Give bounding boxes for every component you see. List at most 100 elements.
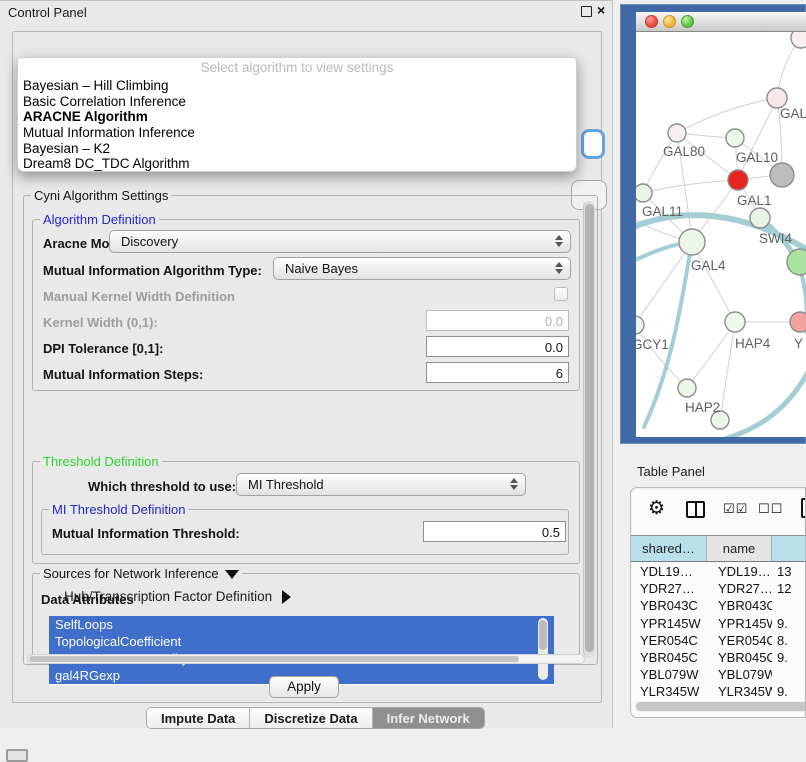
column-header-name[interactable]: name bbox=[707, 536, 772, 561]
settings-vertical-scrollbar[interactable] bbox=[583, 201, 595, 658]
data-attributes-list[interactable]: SelfLoops TopologicalCoefficient Between… bbox=[49, 616, 554, 685]
node-label-hap4: HAP4 bbox=[735, 336, 770, 351]
aracne-mode-value: Discovery bbox=[121, 234, 178, 249]
control-panel-titlebar: Control Panel × bbox=[0, 1, 612, 25]
close-icon[interactable]: × bbox=[597, 2, 605, 18]
select-all-icon[interactable]: ☑☑ bbox=[723, 501, 748, 517]
algorithm-definition-title: Algorithm Definition bbox=[40, 212, 159, 227]
application-root: Control Panel × Network Style Select bbox=[0, 0, 806, 762]
dpi-tolerance-label: DPI Tolerance [0,1]: bbox=[43, 341, 163, 356]
table-row[interactable]: YDL19… YDL19… 13 bbox=[631, 563, 806, 580]
node-gal-pink[interactable] bbox=[767, 88, 787, 108]
table-body: YDL19… YDL19… 13 YDR27… YDR27… 12 YBR043… bbox=[631, 563, 806, 704]
dpi-tolerance-field[interactable] bbox=[426, 336, 569, 357]
manual-kernel-width-label: Manual Kernel Width Definition bbox=[43, 289, 235, 304]
dropdown-item-bayesian-hill-climbing[interactable]: Bayesian – Hill Climbing bbox=[18, 78, 576, 94]
node-label-gal4: GAL4 bbox=[691, 258, 726, 273]
node-hap4[interactable] bbox=[725, 312, 745, 332]
scrollbar-thumb[interactable] bbox=[636, 702, 806, 711]
dropdown-item-basic-correlation[interactable]: Basic Correlation Inference bbox=[18, 94, 576, 110]
scrollbar-thumb[interactable] bbox=[539, 620, 547, 650]
table-row[interactable]: YER054C YER054C 8. bbox=[631, 632, 806, 649]
algorithm-definition-group: Algorithm Definition Aracne Mode: Discov… bbox=[32, 219, 580, 391]
node-gal11[interactable] bbox=[636, 184, 652, 202]
bottom-tab-bar: Impute Data Discretize Data Infer Networ… bbox=[146, 707, 485, 729]
node-gcy1[interactable] bbox=[636, 316, 644, 334]
manual-kernel-width-checkbox[interactable] bbox=[554, 287, 568, 301]
data-attributes-label: Data Attributes bbox=[41, 592, 134, 607]
gear-icon[interactable]: ⚙ bbox=[648, 497, 665, 520]
which-threshold-label: Which threshold to use: bbox=[88, 479, 236, 494]
node-gal1-red[interactable] bbox=[728, 170, 748, 190]
deselect-all-icon[interactable]: ☐☐ bbox=[758, 501, 783, 517]
table-row[interactable]: YBR045C YBR045C 9. bbox=[631, 649, 806, 666]
node-gray[interactable] bbox=[770, 163, 794, 187]
table-row[interactable]: YDR27… YDR27… 12 bbox=[631, 580, 806, 597]
table-header-row: shared… name bbox=[631, 535, 806, 562]
which-threshold-combobox[interactable]: MI Threshold bbox=[236, 473, 526, 496]
node-green-right[interactable] bbox=[787, 249, 806, 275]
node-swi4[interactable] bbox=[750, 208, 770, 228]
split-pane-icon[interactable] bbox=[686, 501, 705, 518]
node-gal4[interactable] bbox=[679, 229, 705, 255]
column-header-partial[interactable] bbox=[772, 536, 806, 561]
mi-steps-field[interactable] bbox=[426, 362, 569, 383]
mi-threshold-group: MI Threshold Definition Mutual Informati… bbox=[41, 509, 569, 555]
tab-discretize-data[interactable]: Discretize Data bbox=[250, 708, 372, 728]
list-item-selected[interactable]: SelfLoops bbox=[49, 616, 554, 633]
close-window-button[interactable] bbox=[645, 15, 658, 28]
dropdown-item-bayesian-k2[interactable]: Bayesian – K2 bbox=[18, 141, 576, 157]
page-icon[interactable] bbox=[801, 498, 806, 518]
mi-steps-label: Mutual Information Steps: bbox=[43, 367, 203, 382]
scrollbar-thumb[interactable] bbox=[585, 204, 594, 652]
minimized-panel-icon[interactable] bbox=[6, 749, 28, 762]
node-hap2[interactable] bbox=[678, 379, 696, 397]
threshold-definition-title: Threshold Definition bbox=[40, 454, 162, 469]
table-horizontal-scrollbar[interactable] bbox=[634, 701, 806, 712]
node-label-gal11: GAL11 bbox=[642, 204, 683, 219]
attributes-vertical-scrollbar[interactable] bbox=[538, 618, 548, 680]
mi-threshold-field[interactable] bbox=[423, 521, 566, 542]
network-view-window: GAL GAL80 GAL10 GAL1 GAL11 SWI4 GAL4 GCY… bbox=[620, 4, 806, 444]
column-header-shared[interactable]: shared… bbox=[631, 536, 707, 561]
node-label-gcy1: GCY1 bbox=[636, 337, 669, 352]
list-item-selected[interactable]: TopologicalCoefficient bbox=[49, 633, 554, 650]
node-label-gal-partial: GAL bbox=[780, 106, 806, 121]
minimize-window-button[interactable] bbox=[663, 15, 676, 28]
node-pink-right[interactable] bbox=[790, 312, 806, 332]
network-canvas[interactable]: GAL GAL80 GAL10 GAL1 GAL11 SWI4 GAL4 GCY… bbox=[636, 32, 806, 437]
zoom-window-button[interactable] bbox=[681, 15, 694, 28]
combo-stepper-icon bbox=[510, 478, 518, 490]
sources-group: Sources for Network Inference Data Attri… bbox=[32, 573, 580, 658]
table-panel-title: Table Panel bbox=[637, 464, 705, 479]
scrollbar-thumb[interactable] bbox=[29, 656, 519, 662]
algorithm-dropdown-popup: Select algorithm to view settings Bayesi… bbox=[17, 57, 577, 172]
network-window-titlebar bbox=[636, 12, 806, 32]
dropdown-item-dream8[interactable]: Dream8 DC_TDC Algorithm bbox=[18, 156, 576, 172]
tab-infer-network[interactable]: Infer Network bbox=[373, 708, 484, 728]
threshold-definition-group: Threshold Definition Which threshold to … bbox=[32, 461, 580, 564]
node-top-partial[interactable] bbox=[791, 32, 806, 48]
table-row[interactable]: YBR043C YBR043C bbox=[631, 597, 806, 614]
expander-arrow-down-icon bbox=[225, 570, 239, 579]
settings-horizontal-scrollbar[interactable] bbox=[27, 654, 585, 664]
table-row[interactable]: YLR345W YLR345W 9. bbox=[631, 683, 806, 700]
aracne-mode-combobox[interactable]: Discovery bbox=[109, 230, 571, 253]
which-threshold-value: MI Threshold bbox=[248, 477, 324, 492]
float-window-icon[interactable] bbox=[581, 6, 592, 17]
algorithm-combobox-focus-ring[interactable] bbox=[581, 129, 605, 159]
mi-threshold-group-title: MI Threshold Definition bbox=[49, 502, 188, 517]
node-label-gal80: GAL80 bbox=[663, 144, 705, 159]
node-label-y-partial: Y bbox=[794, 336, 803, 351]
table-row[interactable]: YPR145W YPR145W 9. bbox=[631, 615, 806, 632]
apply-button[interactable]: Apply bbox=[269, 676, 339, 698]
table-row[interactable]: YBL079W YBL079W bbox=[631, 666, 806, 683]
node-gal10[interactable] bbox=[726, 129, 744, 147]
kernel-width-field[interactable] bbox=[426, 310, 569, 331]
tab-impute-data[interactable]: Impute Data bbox=[147, 708, 250, 728]
dropdown-item-mutual-information[interactable]: Mutual Information Inference bbox=[18, 125, 576, 141]
node-gal80[interactable] bbox=[668, 124, 686, 142]
dropdown-item-aracne[interactable]: ARACNE Algorithm bbox=[18, 109, 576, 125]
control-panel-title: Control Panel bbox=[8, 5, 87, 20]
mi-algorithm-type-combobox[interactable]: Naive Bayes bbox=[273, 257, 571, 280]
